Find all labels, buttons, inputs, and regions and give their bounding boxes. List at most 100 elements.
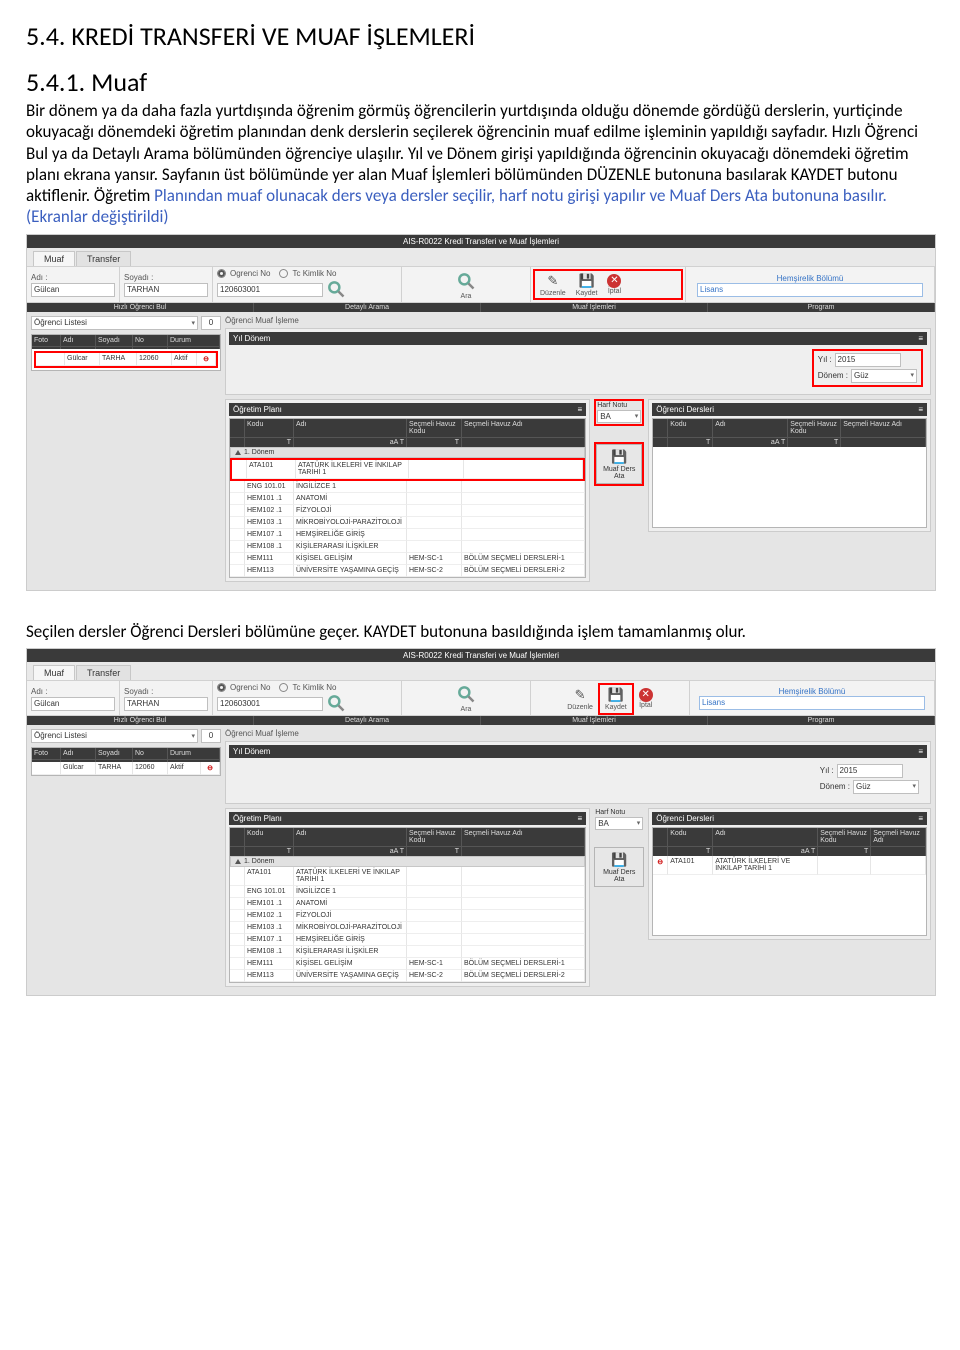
remove-icon[interactable]: ⊖ — [197, 353, 216, 366]
radio-tc[interactable] — [279, 269, 288, 278]
tab-muaf[interactable]: Muaf — [33, 251, 75, 266]
collapse-icon[interactable]: ≡ — [918, 334, 923, 343]
para-2: Seçilen dersler Öğrenci Dersleri bölümün… — [26, 621, 934, 642]
table-row[interactable]: HEM101 .1ANATOMİ — [230, 898, 585, 910]
table-row[interactable]: ENG 101.01İNGİLİZCE 1 — [230, 886, 585, 898]
bolum-label: Hemşirelik Bölümü — [777, 274, 844, 283]
donem-select[interactable]: Güz▾ — [851, 369, 917, 383]
harf-notu-select[interactable]: BA▾ — [595, 817, 643, 830]
label-tc: Tc Kimlik No — [292, 269, 336, 278]
cancel-icon: ✕ — [639, 688, 653, 702]
toolbar: Adı : Gülcan Soyadı : TARHAN Ogrenci No … — [27, 680, 935, 716]
table-row[interactable]: HEM103 .1MİKROBİYOLOJİ-PARAZİTOLOJİ — [230, 517, 585, 529]
tab-transfer[interactable]: Transfer — [76, 251, 131, 266]
iptal-button[interactable]: ✕İptal — [634, 683, 658, 715]
input-no[interactable]: 120603001 — [217, 697, 323, 711]
table-row[interactable]: HEM111KİŞİSEL GELİŞİMHEM-SC-1BÖLÜM SEÇME… — [230, 553, 585, 565]
app-title: AIS-R0022 Kredi Transferi ve Muaf İşleml… — [27, 235, 935, 248]
collapse-icon[interactable]: ≡ — [918, 747, 923, 756]
search-icon[interactable] — [326, 693, 346, 715]
table-row[interactable]: HEM103 .1MİKROBİYOLOJİ-PARAZİTOLOJİ — [230, 922, 585, 934]
app-screenshot-2: AIS-R0022 Kredi Transferi ve Muaf İşleml… — [26, 648, 936, 996]
collapse-icon[interactable]: ≡ — [578, 405, 583, 414]
table-row[interactable]: HEM113ÜNİVERSİTE YAŞAMINA GEÇİŞHEM-SC-2B… — [230, 970, 585, 982]
collapse-icon[interactable]: ≡ — [918, 814, 923, 823]
para-1: Bir dönem ya da daha fazla yurtdışında ö… — [26, 100, 934, 228]
muaf-ders-ata-button[interactable]: 💾 Muaf Ders Ata — [596, 444, 642, 484]
tab-transfer[interactable]: Transfer — [76, 665, 131, 680]
input-soyadi[interactable]: TARHAN — [124, 283, 208, 297]
heading-2: 5.4.1. Muaf — [26, 66, 934, 98]
search-large-icon — [456, 684, 476, 706]
disk-icon: 💾 — [610, 851, 628, 869]
table-row[interactable]: HEM102 .1FİZYOLOJİ — [230, 910, 585, 922]
prog-select[interactable]: Lisans — [697, 283, 923, 297]
table-row[interactable]: HEM111KİŞİSEL GELİŞİMHEM-SC-1BÖLÜM SEÇME… — [230, 958, 585, 970]
table-row[interactable]: ENG 101.01İNGİLİZCE 1 — [230, 481, 585, 493]
input-soyadi[interactable]: TARHAN — [124, 697, 208, 711]
table-row[interactable]: HEM107 .1HEMŞİRELİĞE GİRİŞ — [230, 529, 585, 541]
remove-icon[interactable]: ⊖ — [653, 856, 668, 875]
tab-muaf[interactable]: Muaf — [33, 665, 75, 680]
remove-icon[interactable]: ⊖ — [201, 762, 220, 775]
save-icon: 💾 — [607, 686, 625, 704]
table-row[interactable]: ATA101ATATÜRK İLKELERİ VE İNKILAP TARİHİ… — [232, 460, 583, 479]
strip: Hızlı Öğrenci Bul Detaylı Arama Muaf İşl… — [27, 303, 935, 312]
input-adi[interactable]: Gülcan — [31, 697, 115, 711]
yil-donem-title: Yıl Dönem — [233, 334, 270, 343]
radio-ogrno[interactable] — [217, 269, 226, 278]
tabs: Muaf Transfer — [27, 248, 935, 266]
donem-select[interactable]: Güz▾ — [853, 780, 919, 794]
table-row[interactable]: ⊖ ATA101 ATATÜRK İLKELERİ VE İNKILAP TAR… — [653, 856, 926, 875]
strip-b: Detaylı Arama — [254, 303, 481, 312]
app-title: AIS-R0022 Kredi Transferi ve Muaf İşleml… — [27, 649, 935, 662]
table-row[interactable]: Gülcar TARHA 12060 Aktif ⊖ — [32, 762, 220, 775]
radio-tc[interactable] — [279, 683, 288, 692]
label-ogrno: Ogrenci No — [230, 269, 270, 278]
table-row[interactable]: HEM108 .1KİŞİLERARASI İLİŞKİLER — [230, 946, 585, 958]
yil-input[interactable]: 2015 — [837, 764, 903, 778]
triangle-icon — [235, 450, 241, 455]
input-no[interactable]: 120603001 — [217, 283, 323, 297]
input-adi[interactable]: Gülcan — [31, 283, 115, 297]
duzenle-button[interactable]: ✎Düzenle — [535, 271, 571, 298]
harf-notu-select[interactable]: BA▾ — [597, 410, 641, 423]
harf-notu-label: Harf Notu — [597, 402, 641, 409]
table-row[interactable]: Gülcar TARHA 12060 Aktif ⊖ — [36, 353, 216, 366]
para-1b: Planından muaf olunacak ders veya dersle… — [26, 185, 887, 227]
table-row[interactable]: HEM108 .1KİŞİLERARASI İLİŞKİLER — [230, 541, 585, 553]
ara-button[interactable]: Ara — [451, 270, 481, 301]
table-row[interactable]: HEM107 .1HEMŞİRELİĞE GİRİŞ — [230, 934, 585, 946]
ogrenci-listesi-select[interactable]: Öğrenci Listesi▾ — [31, 729, 198, 743]
donem-label: Dönem : — [818, 371, 848, 380]
ogretim-plani-panel: Öğretim Planı≡ Kodu Adı Seçmeli Havuz Ko… — [225, 399, 590, 582]
kaydet-button[interactable]: 💾Kaydet — [600, 685, 632, 713]
strip-a: Hızlı Öğrenci Bul — [27, 303, 254, 312]
app-screenshot-1: AIS-R0022 Kredi Transferi ve Muaf İşleml… — [26, 234, 936, 591]
label-adi: Adı : — [31, 273, 115, 282]
table-row[interactable]: ATA101ATATÜRK İLKELERİ VE İNKILAP TARİHİ… — [230, 867, 585, 886]
collapse-icon[interactable]: ≡ — [918, 405, 923, 414]
collapse-icon[interactable]: ≡ — [578, 814, 583, 823]
table-row[interactable]: HEM113ÜNİVERSİTE YAŞAMINA GEÇİŞHEM-SC-2B… — [230, 565, 585, 577]
radio-ogrno[interactable] — [217, 683, 226, 692]
muaf-ders-ata-button[interactable]: 💾 Muaf Ders Ata — [594, 847, 644, 887]
search-large-icon — [456, 271, 476, 293]
ogrenci-listesi-select[interactable]: Öğrenci Listesi▾ — [31, 316, 198, 330]
kaydet-button[interactable]: 💾Kaydet — [571, 271, 603, 298]
iptal-button[interactable]: ✕İptal — [602, 271, 626, 298]
table-row[interactable]: HEM101 .1ANATOMİ — [230, 493, 585, 505]
duzenle-button[interactable]: ✎Düzenle — [562, 683, 598, 715]
heading-1: 5.4. KREDİ TRANSFERİ VE MUAF İŞLEMLERİ — [26, 20, 934, 52]
strip-d: Program — [708, 303, 935, 312]
donem-1-header[interactable]: 1. Dönem — [230, 856, 585, 867]
prog-select[interactable]: Lisans — [699, 696, 925, 710]
yil-input[interactable]: 2015 — [835, 353, 901, 367]
save-icon: 💾 — [578, 272, 596, 290]
toolbar: Adı : Gülcan Soyadı : TARHAN Ogrenci No … — [27, 266, 935, 303]
donem-1-header[interactable]: 1. Dönem — [230, 447, 585, 458]
search-icon[interactable] — [326, 279, 346, 301]
tabs: Muaf Transfer — [27, 662, 935, 680]
table-row[interactable]: HEM102 .1FİZYOLOJİ — [230, 505, 585, 517]
ara-button[interactable]: Ara — [451, 683, 481, 714]
